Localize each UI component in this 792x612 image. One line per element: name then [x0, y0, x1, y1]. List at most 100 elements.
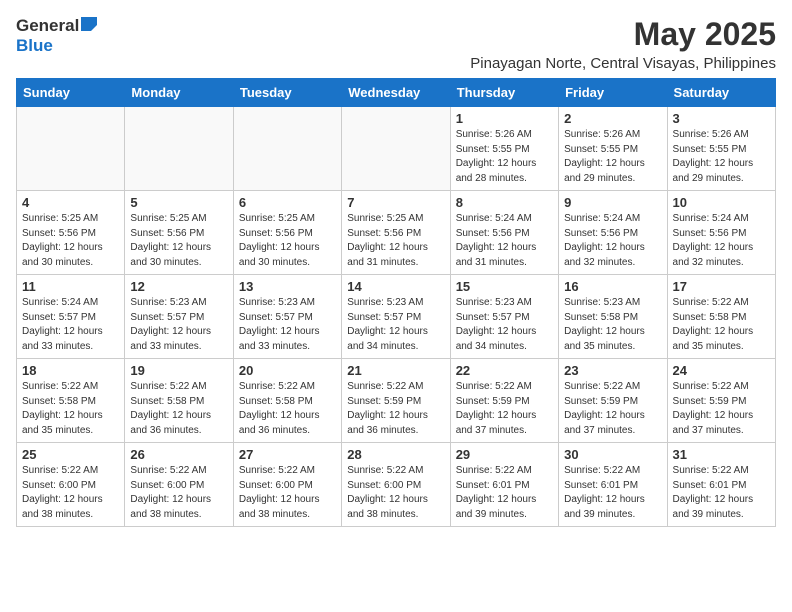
day-number: 29 [456, 447, 553, 462]
day-info: Sunrise: 5:26 AM Sunset: 5:55 PM Dayligh… [564, 128, 661, 186]
day-info: Sunrise: 5:23 AM Sunset: 5:57 PM Dayligh… [347, 296, 444, 354]
day-info: Sunrise: 5:22 AM Sunset: 5:59 PM Dayligh… [673, 380, 770, 438]
calendar-cell: 21Sunrise: 5:22 AM Sunset: 5:59 PM Dayli… [342, 359, 450, 443]
day-number: 25 [22, 447, 119, 462]
day-number: 22 [456, 363, 553, 378]
day-info: Sunrise: 5:25 AM Sunset: 5:56 PM Dayligh… [239, 212, 336, 270]
day-info: Sunrise: 5:24 AM Sunset: 5:56 PM Dayligh… [564, 212, 661, 270]
week-row-3: 11Sunrise: 5:24 AM Sunset: 5:57 PM Dayli… [17, 275, 776, 359]
day-info: Sunrise: 5:25 AM Sunset: 5:56 PM Dayligh… [130, 212, 227, 270]
calendar-cell: 1 Sunrise: 5:26 AM Sunset: 5:55 PM Daylig… [450, 107, 558, 191]
day-info: Sunrise: 5:25 AM Sunset: 5:56 PM Dayligh… [347, 212, 444, 270]
week-row-4: 18 Sunrise: 5:22 AM Sunset: 5:58 PM Dayli… [17, 359, 776, 443]
calendar-cell: 9 Sunrise: 5:24 AM Sunset: 5:56 PM Daylig… [559, 191, 667, 275]
title-area: May 2025 Pinayagan Norte, Central Visaya… [470, 16, 776, 72]
week-row-1: 1 Sunrise: 5:26 AM Sunset: 5:55 PM Daylig… [17, 107, 776, 191]
calendar-cell: 29Sunrise: 5:22 AM Sunset: 6:01 PM Dayli… [450, 443, 558, 527]
header-saturday: Saturday [667, 79, 775, 107]
calendar-cell: 25 Sunrise: 5:22 AM Sunset: 6:00 PM Dayli… [17, 443, 125, 527]
day-info: Sunrise: 5:22 AM Sunset: 5:58 PM Dayligh… [239, 380, 336, 438]
day-info: Sunrise: 5:24 AM Sunset: 5:56 PM Dayligh… [456, 212, 553, 270]
day-info: Sunrise: 5:22 AM Sunset: 6:00 PM Dayligh… [239, 464, 336, 522]
header-sunday: Sunday [17, 79, 125, 107]
day-number: 11 [22, 279, 119, 294]
day-info: Sunrise: 5:22 AM Sunset: 5:59 PM Dayligh… [456, 380, 553, 438]
day-info: Sunrise: 5:23 AM Sunset: 5:58 PM Dayligh… [564, 296, 661, 354]
day-number: 10 [673, 195, 770, 210]
calendar-cell: 26 Sunrise: 5:22 AM Sunset: 6:00 PM Dayli… [125, 443, 233, 527]
day-number: 26 [130, 447, 227, 462]
header-monday: Monday [125, 79, 233, 107]
calendar-cell: 28 Sunrise: 5:22 AM Sunset: 6:00 PM Dayli… [342, 443, 450, 527]
day-number: 9 [564, 195, 661, 210]
day-number: 14 [347, 279, 444, 294]
day-info: Sunrise: 5:22 AM Sunset: 6:01 PM Dayligh… [564, 464, 661, 522]
day-number: 4 [22, 195, 119, 210]
calendar-cell: 4 Sunrise: 5:25 AM Sunset: 5:56 PM Daylig… [17, 191, 125, 275]
day-info: Sunrise: 5:23 AM Sunset: 5:57 PM Dayligh… [239, 296, 336, 354]
day-number: 20 [239, 363, 336, 378]
day-info: Sunrise: 5:23 AM Sunset: 5:57 PM Dayligh… [456, 296, 553, 354]
day-number: 18 [22, 363, 119, 378]
day-number: 1 [456, 111, 553, 126]
day-info: Sunrise: 5:26 AM Sunset: 5:55 PM Dayligh… [673, 128, 770, 186]
day-info: Sunrise: 5:22 AM Sunset: 6:00 PM Dayligh… [130, 464, 227, 522]
day-number: 31 [673, 447, 770, 462]
calendar-cell: 8 Sunrise: 5:24 AM Sunset: 5:56 PM Daylig… [450, 191, 558, 275]
day-number: 8 [456, 195, 553, 210]
day-info: Sunrise: 5:22 AM Sunset: 6:01 PM Dayligh… [673, 464, 770, 522]
calendar-cell: 30Sunrise: 5:22 AM Sunset: 6:01 PM Dayli… [559, 443, 667, 527]
calendar-cell: 7Sunrise: 5:25 AM Sunset: 5:56 PM Daylig… [342, 191, 450, 275]
calendar-cell [233, 107, 341, 191]
calendar-cell: 27 Sunrise: 5:22 AM Sunset: 6:00 PM Dayli… [233, 443, 341, 527]
header-tuesday: Tuesday [233, 79, 341, 107]
day-number: 24 [673, 363, 770, 378]
day-info: Sunrise: 5:22 AM Sunset: 6:00 PM Dayligh… [22, 464, 119, 522]
calendar-cell: 20 Sunrise: 5:22 AM Sunset: 5:58 PM Dayli… [233, 359, 341, 443]
day-number: 21 [347, 363, 444, 378]
day-info: Sunrise: 5:24 AM Sunset: 5:56 PM Dayligh… [673, 212, 770, 270]
calendar-cell: 19Sunrise: 5:22 AM Sunset: 5:58 PM Dayli… [125, 359, 233, 443]
calendar-cell: 6Sunrise: 5:25 AM Sunset: 5:56 PM Daylig… [233, 191, 341, 275]
calendar-cell: 23 Sunrise: 5:22 AM Sunset: 5:59 PM Dayli… [559, 359, 667, 443]
day-number: 13 [239, 279, 336, 294]
day-info: Sunrise: 5:22 AM Sunset: 5:58 PM Dayligh… [673, 296, 770, 354]
calendar-cell: 5Sunrise: 5:25 AM Sunset: 5:56 PM Daylig… [125, 191, 233, 275]
day-number: 17 [673, 279, 770, 294]
calendar-cell: 3Sunrise: 5:26 AM Sunset: 5:55 PM Daylig… [667, 107, 775, 191]
calendar-cell: 24 Sunrise: 5:22 AM Sunset: 5:59 PM Dayli… [667, 359, 775, 443]
calendar-header-row: SundayMondayTuesdayWednesdayThursdayFrid… [17, 79, 776, 107]
day-number: 23 [564, 363, 661, 378]
day-info: Sunrise: 5:22 AM Sunset: 5:58 PM Dayligh… [22, 380, 119, 438]
calendar-cell: 17 Sunrise: 5:22 AM Sunset: 5:58 PM Dayli… [667, 275, 775, 359]
day-info: Sunrise: 5:22 AM Sunset: 5:59 PM Dayligh… [564, 380, 661, 438]
subtitle: Pinayagan Norte, Central Visayas, Philip… [470, 55, 776, 72]
day-info: Sunrise: 5:23 AM Sunset: 5:57 PM Dayligh… [130, 296, 227, 354]
calendar-cell: 18 Sunrise: 5:22 AM Sunset: 5:58 PM Dayli… [17, 359, 125, 443]
calendar-cell: 15Sunrise: 5:23 AM Sunset: 5:57 PM Dayli… [450, 275, 558, 359]
calendar-cell: 2 Sunrise: 5:26 AM Sunset: 5:55 PM Daylig… [559, 107, 667, 191]
calendar-cell [342, 107, 450, 191]
day-number: 19 [130, 363, 227, 378]
day-info: Sunrise: 5:26 AM Sunset: 5:55 PM Dayligh… [456, 128, 553, 186]
day-number: 27 [239, 447, 336, 462]
week-row-2: 4 Sunrise: 5:25 AM Sunset: 5:56 PM Daylig… [17, 191, 776, 275]
day-number: 2 [564, 111, 661, 126]
calendar-cell: 22 Sunrise: 5:22 AM Sunset: 5:59 PM Dayli… [450, 359, 558, 443]
week-row-5: 25 Sunrise: 5:22 AM Sunset: 6:00 PM Dayli… [17, 443, 776, 527]
day-number: 28 [347, 447, 444, 462]
logo-blue: Blue [16, 36, 53, 55]
logo-triangle-icon [81, 17, 97, 36]
calendar-cell [125, 107, 233, 191]
calendar-cell: 14 Sunrise: 5:23 AM Sunset: 5:57 PM Dayli… [342, 275, 450, 359]
calendar-cell [17, 107, 125, 191]
logo: General Blue [16, 16, 97, 56]
calendar-cell: 13 Sunrise: 5:23 AM Sunset: 5:57 PM Dayli… [233, 275, 341, 359]
calendar-cell: 11Sunrise: 5:24 AM Sunset: 5:57 PM Dayli… [17, 275, 125, 359]
day-info: Sunrise: 5:22 AM Sunset: 6:00 PM Dayligh… [347, 464, 444, 522]
day-number: 16 [564, 279, 661, 294]
day-number: 12 [130, 279, 227, 294]
calendar: SundayMondayTuesdayWednesdayThursdayFrid… [16, 78, 776, 527]
logo-general: General [16, 16, 79, 36]
day-info: Sunrise: 5:25 AM Sunset: 5:56 PM Dayligh… [22, 212, 119, 270]
